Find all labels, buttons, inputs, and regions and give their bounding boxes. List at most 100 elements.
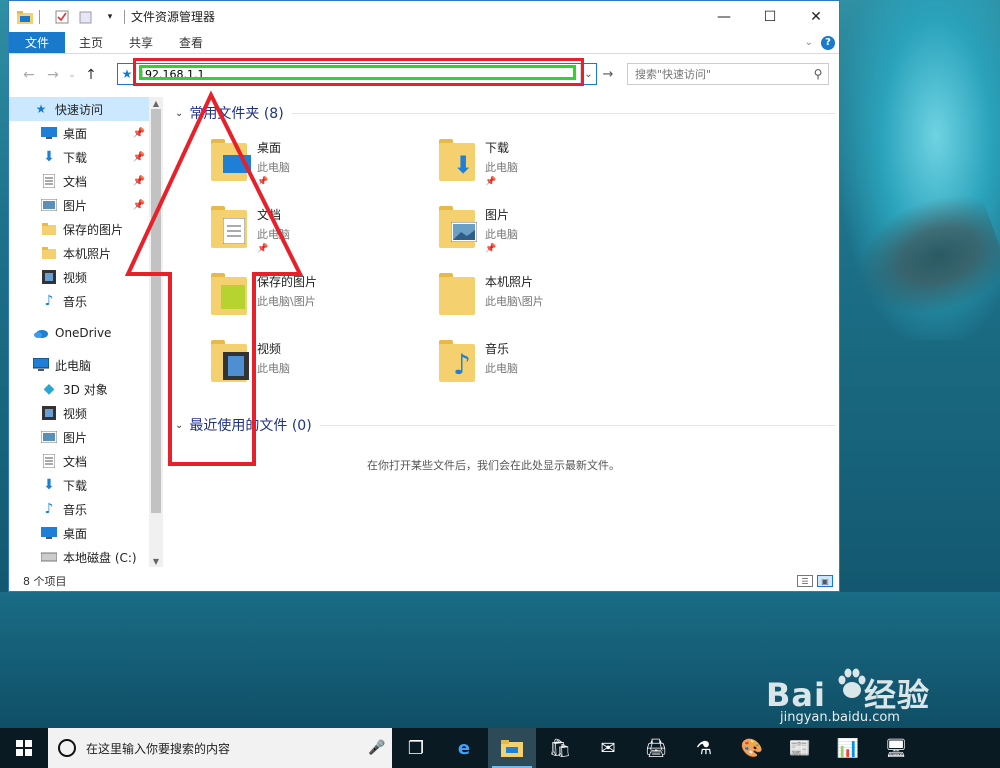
maximize-button[interactable]: ☐ (747, 1, 793, 32)
sidebar-item-pc-desktop[interactable]: 桌面 (9, 521, 149, 545)
tile-name: 文档 (257, 208, 282, 222)
details-view-icon[interactable]: ☰ (797, 575, 813, 587)
go-button[interactable]: → (599, 63, 617, 85)
tab-home[interactable]: 主页 (65, 32, 116, 53)
tab-file[interactable]: 文件 (9, 32, 65, 53)
sidebar-item-label: 音乐 (63, 502, 88, 517)
pin-icon[interactable]: 📌 (133, 152, 145, 163)
sidebar-item-desktop[interactable]: 桌面 📌 (9, 121, 149, 145)
status-bar: 8 个项目 ☰ ▣ (9, 571, 839, 591)
video-icon (41, 405, 57, 421)
mail-icon[interactable]: ✉ (584, 728, 632, 768)
store-icon[interactable]: 🛍 (536, 728, 584, 768)
new-folder-icon[interactable] (78, 9, 94, 25)
cortana-icon (58, 739, 76, 757)
folder-tile-desktop[interactable]: 桌面 此电脑 📌 (211, 137, 431, 197)
sidebar-item-3d-objects[interactable]: ◆ 3D 对象 (9, 377, 149, 401)
saved-pictures-folder-icon (211, 271, 251, 319)
sidebar-item-music[interactable]: ♪ 音乐 (9, 289, 149, 313)
onedrive-icon (33, 325, 49, 341)
search-box: ⚲ (627, 63, 829, 85)
tile-name: 视频 (257, 342, 282, 356)
tile-text: 文档 此电脑 📌 (257, 204, 290, 264)
sidebar-item-videos[interactable]: 视频 (9, 265, 149, 289)
pin-icon: 📌 (257, 177, 269, 187)
properties-icon[interactable] (54, 9, 70, 25)
sidebar-item-quick-access[interactable]: ★ 快速访问 (9, 97, 149, 121)
paint-icon[interactable]: 🎨 (728, 728, 776, 768)
scroll-down-icon[interactable]: ▼ (149, 555, 163, 567)
folder-tile-music[interactable]: ♪ 音乐 此电脑 (439, 338, 659, 398)
search-icon[interactable]: ⚲ (808, 67, 828, 81)
sidebar-item-label: 桌面 (63, 126, 88, 141)
pin-icon[interactable]: 📌 (133, 128, 145, 139)
app-icon-1[interactable]: 🖨 (632, 728, 680, 768)
folder-tile-pictures[interactable]: 图片 此电脑 📌 (439, 204, 659, 264)
help-icon[interactable]: ? (821, 35, 835, 50)
tile-text: 下载 此电脑 📌 (485, 137, 518, 197)
app-icon-3[interactable]: 📰 (776, 728, 824, 768)
up-button[interactable]: ↑ (79, 63, 103, 87)
close-button[interactable]: ✕ (793, 1, 839, 32)
recent-files-header[interactable]: ⌄ 最近使用的文件 (0) (175, 415, 835, 435)
sidebar-item-pc-music[interactable]: ♪ 音乐 (9, 497, 149, 521)
sidebar-item-pc-videos[interactable]: 视频 (9, 401, 149, 425)
minimize-button[interactable]: — (701, 1, 747, 32)
address-input[interactable] (136, 64, 580, 84)
pin-icon[interactable]: 📌 (133, 200, 145, 211)
group-title: 最近使用的文件 (0) (189, 418, 312, 434)
search-input[interactable] (635, 67, 808, 81)
tile-text: 音乐 此电脑 (485, 338, 518, 398)
folder-tile-saved-pictures[interactable]: 保存的图片 此电脑\图片 (211, 271, 431, 331)
sidebar-item-downloads[interactable]: ⬇ 下载 📌 (9, 145, 149, 169)
remote-desktop-icon[interactable]: 🖥 (872, 728, 920, 768)
sidebar-item-pc-documents[interactable]: 文档 (9, 449, 149, 473)
sidebar-item-onedrive[interactable]: OneDrive (9, 321, 149, 345)
folder-tile-downloads[interactable]: ⬇ 下载 此电脑 📌 (439, 137, 659, 197)
sidebar-item-pictures[interactable]: 图片 📌 (9, 193, 149, 217)
microphone-icon[interactable]: 🎤 (362, 740, 392, 756)
folder-tile-documents[interactable]: 文档 此电脑 📌 (211, 204, 431, 264)
sidebar-item-pc-pictures[interactable]: 图片 (9, 425, 149, 449)
sidebar-item-label: 图片 (63, 198, 88, 213)
folder-tile-videos[interactable]: 视频 此电脑 (211, 338, 431, 398)
tile-name: 音乐 (485, 342, 510, 356)
recent-locations-icon[interactable]: ⌄ (65, 63, 79, 87)
window-title: 文件资源管理器 (131, 10, 216, 24)
sidebar-item-this-pc[interactable]: 此电脑 (9, 353, 149, 377)
navigation-bar: ← → ⌄ ↑ ★ ⌄ → ⚲ (9, 54, 839, 96)
taskbar-search-box[interactable]: 在这里输入你要搜索的内容 🎤 (48, 728, 392, 768)
app-icon-4[interactable]: 📊 (824, 728, 872, 768)
tile-text: 视频 此电脑 (257, 338, 290, 398)
pin-icon[interactable]: 📌 (133, 176, 145, 187)
address-dropdown-icon[interactable]: ⌄ (580, 64, 596, 84)
sidebar-item-saved-pictures[interactable]: 保存的图片 (9, 217, 149, 241)
sidebar-item-label: 视频 (63, 270, 88, 285)
folder-icon (439, 271, 479, 319)
sidebar-item-label: OneDrive (55, 326, 112, 340)
start-button[interactable] (0, 728, 48, 768)
large-icons-view-icon[interactable]: ▣ (817, 575, 833, 587)
tab-share[interactable]: 共享 (116, 32, 166, 53)
forward-button[interactable]: → (41, 63, 65, 87)
scroll-up-icon[interactable]: ▲ (149, 97, 163, 109)
sidebar-scrollbar[interactable]: ▲ ▼ (149, 97, 163, 567)
customize-toolbar-icon[interactable]: ▾ (102, 9, 118, 25)
file-explorer-taskbar-icon[interactable] (488, 728, 536, 768)
expand-ribbon-icon[interactable]: ⌄ (805, 37, 813, 48)
sidebar-item-camera-roll[interactable]: 本机照片 (9, 241, 149, 265)
task-view-icon[interactable]: ❐ (392, 728, 440, 768)
edge-browser-icon[interactable]: e (440, 728, 488, 768)
sidebar-item-documents[interactable]: 文档 📌 (9, 169, 149, 193)
sidebar-item-local-disk[interactable]: 本地磁盘 (C:) (9, 545, 149, 567)
sidebar-item-label: 文档 (63, 174, 88, 189)
app-icon-2[interactable]: ⚗ (680, 728, 728, 768)
sidebar-item-pc-downloads[interactable]: ⬇ 下载 (9, 473, 149, 497)
sidebar-item-label: 此电脑 (55, 358, 92, 373)
taskbar: 在这里输入你要搜索的内容 🎤 ❐ e 🛍 ✉ 🖨 ⚗ 🎨 📰 📊 🖥 (0, 728, 1000, 768)
back-button[interactable]: ← (17, 63, 41, 87)
folder-tile-camera-roll[interactable]: 本机照片 此电脑\图片 (439, 271, 659, 331)
scroll-thumb[interactable] (151, 109, 161, 513)
frequent-folders-header[interactable]: ⌄ 常用文件夹 (8) (175, 103, 835, 123)
tab-view[interactable]: 查看 (166, 32, 216, 53)
